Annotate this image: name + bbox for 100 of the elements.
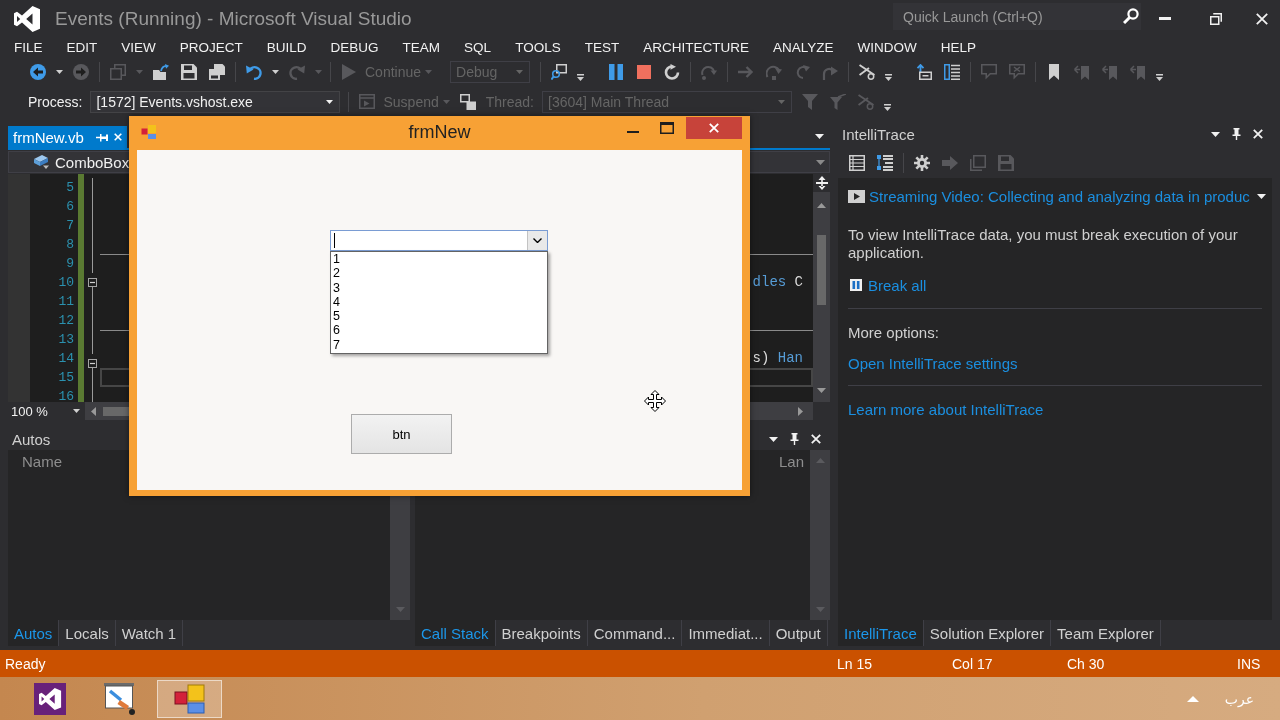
- overflow-caret-icon[interactable]: [1156, 73, 1164, 81]
- dropdown-button[interactable]: [527, 231, 547, 250]
- scroll-left-icon[interactable]: [91, 406, 96, 416]
- panel-tab[interactable]: Call Stack: [415, 620, 496, 646]
- pin-icon[interactable]: [1232, 128, 1241, 140]
- scroll-down-icon[interactable]: [817, 388, 826, 393]
- whiteboard-pen-icon: [103, 682, 136, 715]
- menu-item[interactable]: BUILD: [254, 39, 319, 55]
- window-magnifier-icon[interactable]: [551, 64, 568, 80]
- dropdown[interactable]: [1572] Events.vshost.exe: [90, 91, 341, 113]
- dropdown-arrow-icon[interactable]: [1257, 193, 1266, 199]
- panel-tab[interactable]: Output: [769, 620, 828, 646]
- pause-icon[interactable]: [608, 64, 625, 80]
- undo-arrow-icon[interactable]: [246, 64, 262, 80]
- menu-item[interactable]: PROJECT: [167, 39, 255, 55]
- menu-item[interactable]: ARCHITECTURE: [631, 39, 761, 55]
- floppy-disks-icon[interactable]: [209, 64, 225, 80]
- panel-tab[interactable]: Immediat...: [682, 620, 770, 646]
- list-option[interactable]: 5: [331, 309, 547, 324]
- line-number: 12: [58, 313, 74, 328]
- link[interactable]: Open IntelliTrace settings: [848, 355, 1018, 372]
- dropdown-arrow-icon[interactable]: [815, 134, 824, 139]
- menu-item[interactable]: FILE: [2, 39, 55, 55]
- menu-item[interactable]: TEAM: [390, 39, 453, 55]
- list-option[interactable]: 6: [331, 323, 547, 338]
- combo-box[interactable]: [330, 230, 548, 251]
- panel-tab[interactable]: Watch 1: [115, 620, 184, 646]
- overflow-caret-icon[interactable]: [884, 103, 891, 111]
- caret-icon: [516, 70, 524, 74]
- search-icon[interactable]: [1123, 8, 1139, 24]
- folder-arrow-icon[interactable]: [153, 64, 169, 80]
- menu-item[interactable]: TOOLS: [503, 39, 573, 55]
- list-option[interactable]: 4: [331, 294, 547, 310]
- list-option[interactable]: 1: [331, 252, 547, 267]
- collapse-icon[interactable]: [88, 359, 97, 368]
- list-option[interactable]: 7: [331, 337, 547, 353]
- panel-tab[interactable]: Team Explorer: [1051, 620, 1161, 646]
- collapse-icon[interactable]: [88, 278, 97, 287]
- overflow-caret-icon[interactable]: [577, 73, 585, 81]
- maximize-icon[interactable]: [660, 122, 674, 134]
- menu-item[interactable]: TEST: [572, 39, 632, 55]
- list-option[interactable]: 2: [331, 266, 547, 281]
- panel-tab[interactable]: IntelliTrace: [838, 620, 924, 646]
- vertical-scrollbar[interactable]: [813, 174, 830, 402]
- close-icon[interactable]: [1253, 129, 1263, 139]
- caret-icon[interactable]: [272, 70, 279, 74]
- close-icon[interactable]: [811, 434, 821, 444]
- link[interactable]: Break all: [868, 276, 927, 294]
- line-number: 9: [66, 256, 74, 271]
- link[interactable]: Streaming Video: Collecting and analyzing data in produc: [869, 187, 1250, 205]
- caret-icon[interactable]: [56, 70, 63, 74]
- status-field: INS: [1237, 655, 1280, 672]
- link[interactable]: Learn more about IntelliTrace: [848, 401, 1044, 418]
- restore-icon[interactable]: [1210, 12, 1222, 25]
- dropdown-arrow-icon[interactable]: [769, 436, 778, 442]
- arrow-box-icon[interactable]: [916, 64, 933, 80]
- crossed-lines-icon[interactable]: [859, 64, 876, 80]
- menu-item[interactable]: VIEW: [109, 39, 168, 55]
- split-handle-icon[interactable]: [815, 176, 828, 190]
- form-button[interactable]: btn: [351, 414, 452, 454]
- scrollbar-thumb[interactable]: [817, 235, 826, 305]
- settings-gear-icon[interactable]: [914, 155, 930, 171]
- list-option[interactable]: 3: [331, 280, 547, 295]
- video-icon[interactable]: [848, 189, 865, 203]
- quick-launch-field[interactable]: Quick Launch (Ctrl+Q): [893, 3, 1141, 30]
- circular-arrow-icon[interactable]: [664, 64, 681, 80]
- lines-panel-icon[interactable]: [944, 64, 961, 80]
- message-text: To view IntelliTrace data, you must break execution of your application.: [848, 226, 1239, 262]
- panel-tab[interactable]: Breakpoints: [495, 620, 588, 646]
- overflow-caret-icon[interactable]: [885, 73, 893, 81]
- back-circle-icon[interactable]: [30, 64, 46, 80]
- column-header[interactable]: Name: [22, 452, 62, 470]
- menu-item[interactable]: HELP: [928, 39, 988, 55]
- stop-icon[interactable]: [636, 64, 653, 80]
- window-title: frmNew: [408, 121, 471, 143]
- scroll-right-icon[interactable]: [798, 406, 803, 416]
- panel-tab[interactable]: Autos: [8, 620, 60, 646]
- list-icon[interactable]: [849, 155, 865, 171]
- tree-list-icon[interactable]: [877, 155, 893, 171]
- window-icon: [359, 94, 376, 110]
- column-header[interactable]: Lan: [778, 452, 804, 470]
- panel-tab[interactable]: Solution Explorer: [923, 620, 1052, 646]
- code-line: dles C: [752, 274, 803, 291]
- line-number: 10: [58, 275, 74, 290]
- windows-icon[interactable]: [459, 94, 476, 110]
- menu-item[interactable]: WINDOW: [845, 39, 929, 55]
- close-icon[interactable]: [1256, 12, 1268, 25]
- menu-item[interactable]: DEBUG: [318, 39, 391, 55]
- dropdown-arrow-icon[interactable]: [1211, 131, 1220, 137]
- menu-item[interactable]: SQL: [452, 39, 504, 55]
- panel-tab[interactable]: Locals: [59, 620, 116, 646]
- pin-icon[interactable]: [790, 433, 799, 445]
- pause-icon[interactable]: [850, 279, 862, 291]
- menu-item[interactable]: EDIT: [54, 39, 110, 55]
- close-button[interactable]: [686, 117, 742, 139]
- menu-item[interactable]: ANALYZE: [760, 39, 846, 55]
- panel-title: Autos: [12, 430, 51, 448]
- scroll-up-icon[interactable]: [817, 203, 826, 208]
- line-number: 5: [66, 180, 74, 195]
- panel-tab[interactable]: Command...: [587, 620, 683, 646]
